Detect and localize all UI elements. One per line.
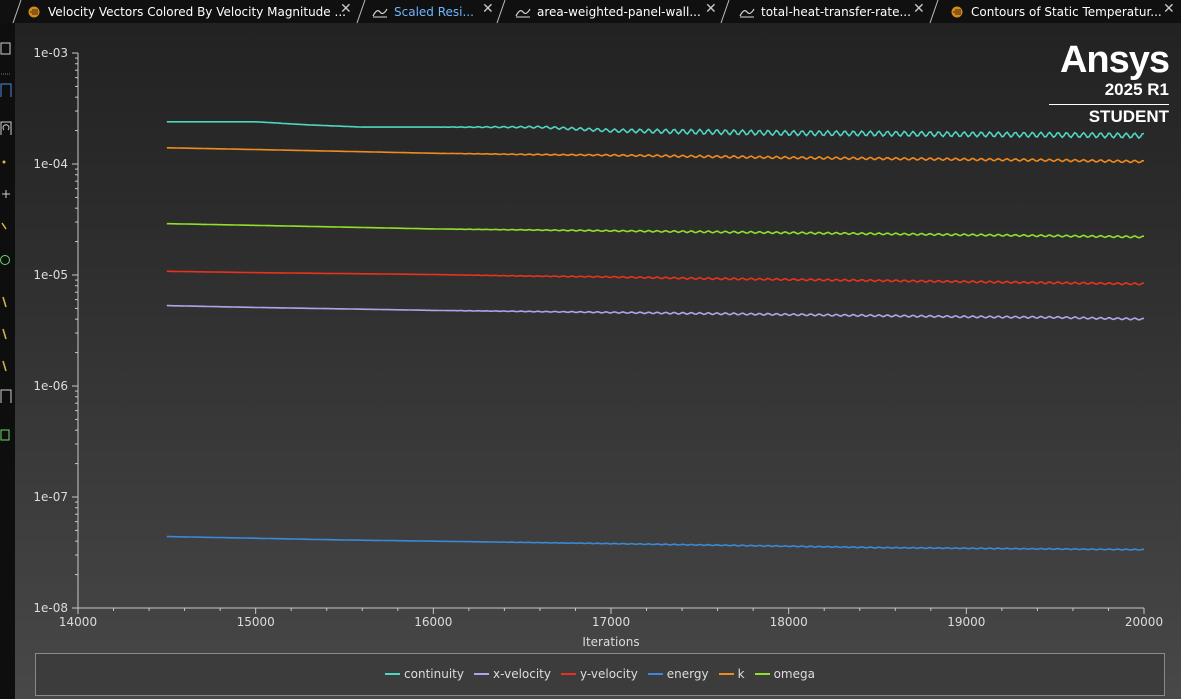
fluent-graphics-icon [26,6,42,18]
tab-separator [12,0,22,23]
legend-swatch [754,673,770,675]
legend-label: omega [773,667,815,681]
y-tick-label: 1e-08 [33,601,68,615]
watermark-edition: STUDENT [1088,107,1169,126]
legend-label: y-velocity [580,667,638,681]
series-line-omega [166,222,1145,239]
series-line-y-velocity [166,270,1145,286]
highlight-icon[interactable] [0,359,12,373]
save-picture-icon[interactable] [0,428,12,442]
series-line-continuity [166,121,1145,140]
y-tick-label: 1e-04 [33,157,68,171]
legend-swatch [647,673,663,675]
x-tick-label: 15000 [237,615,275,629]
tab-bar: Velocity Vectors Colored By Velocity Mag… [0,0,1181,23]
report-plot-icon [515,6,531,18]
y-tick-label: 1e-06 [33,379,68,393]
legend-label: continuity [404,667,464,681]
x-tick-label: 20000 [1125,615,1163,629]
legend-swatch [385,673,401,675]
close-icon[interactable]: ✕ [1163,1,1175,17]
legend-items: continuity x-velocity y-velocity energy k ome… [36,667,1164,681]
legend-swatch [718,673,734,675]
x-tick-label: 19000 [947,615,985,629]
y-tick-label: 1e-05 [33,268,68,282]
residuals-plot-icon [372,6,388,18]
tab-total-heat-transfer[interactable]: total-heat-transfer-rate... ✕ [739,0,925,23]
orbit-icon[interactable] [0,253,12,267]
series-line-x-velocity [166,304,1145,321]
left-toolbar [0,23,15,699]
fit-view-icon[interactable] [0,41,12,55]
chart-series-lines [166,121,1145,551]
tab-separator [929,0,939,23]
close-icon[interactable]: ✕ [340,1,352,17]
legend-label: energy [666,667,709,681]
watermark-rule [1049,104,1169,105]
tab-label: Contours of Static Temperatur... [971,4,1162,19]
legend-label: x-velocity [492,667,551,681]
x-tick-label: 18000 [770,615,808,629]
tab-label: total-heat-transfer-rate... [761,4,911,19]
series-line-k [166,147,1145,164]
legend-item-omega[interactable]: omega [754,667,815,681]
x-tick-label: 16000 [414,615,452,629]
watermark-brand: Ansys [1059,39,1170,81]
series-line-energy [166,535,1145,551]
close-icon[interactable]: ✕ [482,1,494,17]
legend-item-continuity[interactable]: continuity [385,667,464,681]
legend-item-x-velocity[interactable]: x-velocity [473,667,551,681]
x-axis-label: Iterations [582,635,639,649]
tab-label: Scaled Resi... [394,4,474,19]
pan-icon[interactable] [0,157,12,171]
close-icon[interactable]: ✕ [913,1,925,17]
select-icon[interactable] [0,83,12,97]
ansys-watermark: Ansys 2025 R1 STUDENT [1049,39,1170,126]
tab-label: area-weighted-panel-wall... [537,4,701,19]
annotate-icon[interactable] [0,327,12,341]
tab-separator [356,0,366,23]
tab-separator [720,0,730,23]
legend: continuity x-velocity y-velocity energy k ome… [35,653,1165,696]
tab-area-weighted[interactable]: area-weighted-panel-wall... ✕ [515,0,717,23]
legend-item-k[interactable]: k [718,667,745,681]
tab-separator [496,0,506,23]
zoom-icon[interactable] [0,188,12,202]
probe-icon[interactable] [0,221,12,235]
watermark-version: 2025 R1 [1104,80,1169,99]
measure-icon[interactable] [0,295,12,309]
tab-contours-static-temperature[interactable]: Contours of Static Temperatur... ✕ [949,0,1175,23]
chart-axes: 1e-03 1e-04 1e-05 1e-06 1e-07 1e-0814000 15000… [33,46,1163,629]
legend-item-y-velocity[interactable]: y-velocity [561,667,638,681]
x-tick-label: 14000 [59,615,97,629]
tab-label: Velocity Vectors Colored By Velocity Mag… [48,4,346,19]
tab-velocity-vectors[interactable]: Velocity Vectors Colored By Velocity Mag… [26,0,352,23]
legend-item-energy[interactable]: energy [647,667,709,681]
tab-scaled-residuals[interactable]: Scaled Resi... ✕ [372,0,494,23]
legend-swatch [561,673,576,675]
residuals-chart: 1e-03 1e-04 1e-05 1e-06 1e-07 1e-0814000 15000… [33,46,1163,649]
x-tick-label: 17000 [592,615,630,629]
y-tick-label: 1e-03 [33,46,68,60]
legend-label: k [737,667,745,681]
more-tools-icon[interactable] [0,389,12,403]
legend-swatch [473,673,489,675]
rotate-icon[interactable] [0,121,12,135]
report-plot-icon [739,6,755,18]
y-tick-label: 1e-07 [33,490,68,504]
close-icon[interactable]: ✕ [705,1,717,17]
fluent-graphics-icon [949,6,965,18]
